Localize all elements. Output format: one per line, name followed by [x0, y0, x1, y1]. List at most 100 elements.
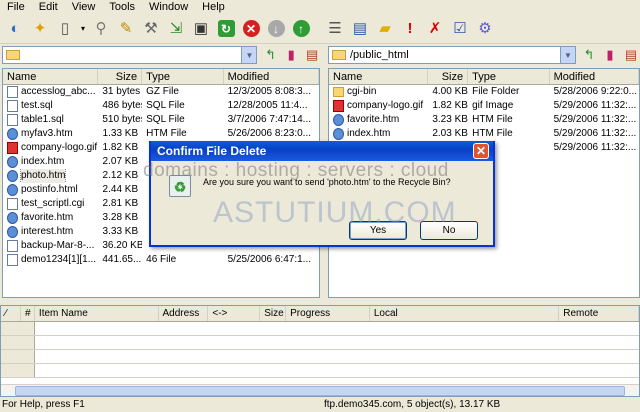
wrench-icon[interactable]: ⚒	[140, 18, 162, 40]
file-row[interactable]: myfav3.htm 1.33 KB HTM File 5/26/2006 8:23:…	[3, 127, 319, 141]
floppy-icon[interactable]: ▣	[190, 18, 212, 40]
new-icon[interactable]: ▯	[54, 18, 76, 40]
stop-icon[interactable]: ✕	[240, 18, 262, 40]
file-type: HTM File	[472, 128, 513, 139]
menu-window[interactable]: Window	[142, 1, 195, 13]
check-icon[interactable]: ☑	[449, 18, 471, 40]
file-size: 2.44 KB	[102, 184, 139, 195]
file-row[interactable]: demo1234[1][1... 441.65... 46 File 5/25/200…	[3, 253, 319, 267]
view-options-icon[interactable]: ▤	[623, 47, 639, 63]
toolbar: ◐ ✦ ▯ ▾ ⚲ ✎ ⚒ ⇲ ▣ ↻ ✕ ↓ ↑ ☰ ▤ ▰ ! ✗ ☑ ⚙	[0, 14, 640, 44]
file-size: 1.82 KB	[432, 100, 468, 111]
left-path-bar: ▼ ↰ ▮ ▤	[2, 44, 320, 66]
file-name: photo.htm	[19, 169, 67, 183]
menu-file[interactable]: File	[0, 1, 32, 13]
col-modified[interactable]: Modified	[224, 69, 319, 84]
watermark-tagline: domains : hosting : servers : cloud	[143, 160, 449, 181]
file-type: HTM File	[472, 114, 513, 125]
wizard-icon[interactable]: ✦	[29, 18, 51, 40]
document-icon	[7, 254, 18, 266]
col-number[interactable]: #	[21, 306, 35, 321]
col-remote[interactable]: Remote	[559, 306, 639, 321]
file-type: SQL File	[146, 100, 185, 111]
refresh-icon[interactable]: ↻	[215, 18, 237, 40]
pen-icon[interactable]: ✎	[115, 18, 137, 40]
chevron-down-icon[interactable]: ▼	[241, 47, 257, 63]
file-type: File Folder	[472, 86, 520, 97]
html-file-icon	[333, 114, 344, 126]
queue-column-header: ∕ # Item Name Address <-> Size Progress …	[1, 306, 639, 322]
col-item-name[interactable]: Item Name	[35, 306, 159, 321]
up-arrow-icon[interactable]: ↑	[290, 18, 312, 40]
folder-new-icon[interactable]: ▰	[374, 18, 396, 40]
right-path-text: /public_html	[350, 49, 409, 61]
queue-icon-col: ∕	[1, 306, 21, 321]
file-name-cell: company-logo.gif	[3, 141, 98, 155]
file-name: accesslog_abc...	[21, 86, 96, 97]
col-address[interactable]: Address	[159, 306, 209, 321]
col-type[interactable]: Type	[468, 69, 550, 84]
file-row[interactable]: table1.sql 510 bytes SQL File 3/7/2006 7:47…	[3, 113, 319, 127]
col-progress[interactable]: Progress	[286, 306, 370, 321]
close-icon[interactable]: ✕	[473, 143, 489, 159]
file-row[interactable]: index.htm 2.03 KB HTM File 5/29/2006 11:32:…	[329, 127, 639, 141]
view-icon[interactable]: ▤	[349, 18, 371, 40]
image-file-icon	[7, 142, 18, 154]
file-modified: 5/26/2006 8:23:0...	[227, 128, 312, 139]
file-modified: 12/3/2005 8:08:3...	[227, 86, 312, 97]
right-path-combo[interactable]: /public_html ▼	[328, 46, 576, 64]
col-name[interactable]: Name	[3, 69, 99, 84]
down-arrow-icon[interactable]: ↓	[265, 18, 287, 40]
file-row[interactable]: favorite.htm 3.23 KB HTM File 5/29/2006 11:…	[329, 113, 639, 127]
delete-icon[interactable]: ✗	[424, 18, 446, 40]
html-file-icon	[7, 212, 18, 224]
bookmark-icon[interactable]: ▮	[602, 47, 618, 63]
col-modified[interactable]: Modified	[550, 69, 639, 84]
col-name[interactable]: Name	[329, 69, 429, 84]
file-modified: 12/28/2005 11:4...	[227, 100, 308, 111]
document-icon	[7, 240, 18, 252]
col-size[interactable]: Size	[98, 69, 143, 84]
html-file-icon	[7, 170, 18, 182]
view-options-icon[interactable]: ▤	[304, 47, 320, 63]
file-row[interactable]: cgi-bin 4.00 KB File Folder 5/28/2006 9:22:…	[329, 85, 639, 99]
exclamation-icon[interactable]: !	[399, 18, 421, 40]
col-size[interactable]: Size	[260, 306, 287, 321]
menu-help[interactable]: Help	[195, 1, 232, 13]
edit-icon[interactable]: ☰	[324, 18, 346, 40]
up-folder-icon[interactable]: ↰	[581, 47, 597, 63]
queue-row	[1, 322, 639, 336]
menu-edit[interactable]: Edit	[32, 1, 65, 13]
plug-icon[interactable]: ⚲	[90, 18, 112, 40]
toolbar-separator	[315, 18, 321, 40]
menu-view[interactable]: View	[65, 1, 103, 13]
left-path-combo[interactable]: ▼	[2, 46, 258, 64]
file-row[interactable]: company-logo.gif 1.82 KB gif Image 5/29/200…	[329, 99, 639, 113]
file-name: company-logo.gif	[21, 142, 98, 153]
gear-icon[interactable]: ⚙	[474, 18, 496, 40]
watermark-brand: ASTUTIUM.COM	[213, 196, 457, 229]
chevron-down-icon[interactable]: ▼	[560, 47, 575, 63]
file-name: favorite.htm	[347, 114, 400, 125]
file-name: index.htm	[347, 128, 391, 139]
file-size: 2.03 KB	[432, 128, 468, 139]
bookmark-icon[interactable]: ▮	[283, 47, 299, 63]
col-type[interactable]: Type	[142, 69, 224, 84]
scrollbar-thumb[interactable]	[15, 386, 625, 396]
confirm-delete-dialog: Confirm File Delete ✕ ♻ Are you sure you…	[149, 141, 495, 247]
file-name-cell: table1.sql	[3, 113, 98, 127]
up-folder-icon[interactable]: ↰	[262, 47, 278, 63]
col-direction[interactable]: <->	[208, 306, 261, 321]
horizontal-scrollbar[interactable]	[1, 384, 639, 396]
menu-tools[interactable]: Tools	[102, 1, 142, 13]
col-local[interactable]: Local	[370, 306, 560, 321]
col-size[interactable]: Size	[428, 69, 469, 84]
file-row[interactable]: test.sql 486 bytes SQL File 12/28/2005 11:4…	[3, 99, 319, 113]
connect-icon[interactable]: ◐	[4, 18, 26, 40]
download-icon[interactable]: ⇲	[165, 18, 187, 40]
file-name: postinfo.html	[21, 184, 78, 195]
dropdown-icon[interactable]: ▾	[79, 18, 87, 40]
right-path-bar: /public_html ▼ ↰ ▮ ▤	[328, 44, 640, 66]
file-row[interactable]: accesslog_abc... 31 bytes GZ File 12/3/2005…	[3, 85, 319, 99]
transfer-queue-pane[interactable]: ∕ # Item Name Address <-> Size Progress …	[0, 305, 640, 397]
